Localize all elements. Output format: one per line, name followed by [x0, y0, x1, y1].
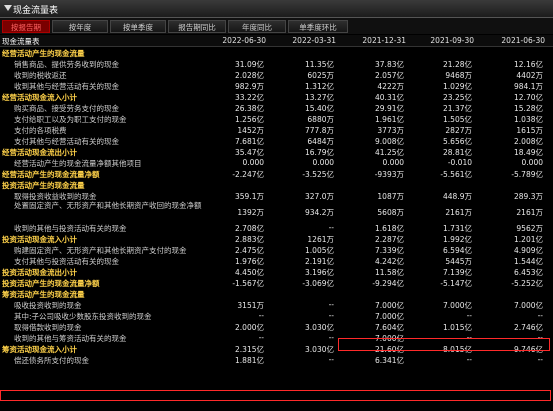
value-cell: -- — [466, 311, 472, 320]
header-period[interactable]: 2022-06-30 — [200, 36, 266, 45]
value-cell: 0.000 — [312, 158, 334, 167]
value-cell: -- — [328, 300, 334, 309]
table-row[interactable]: 支付给职工以及为职工支付的现金 1.256亿 6880万 1.961亿 1.505亿 1.… — [0, 113, 553, 124]
table-row[interactable]: 投资活动现金流入小计 2.883亿 1261万 2.287亿 1.992亿 1.201亿 — [0, 233, 553, 244]
table-row[interactable]: 吸收投资收到的现金 3151万 -- 7.000亿 7.000亿 7.000亿 — [0, 299, 553, 310]
tab-report-yoy[interactable]: 报告期同比 — [168, 20, 226, 33]
item-label: 偿还债务所支付的现金 — [14, 356, 89, 365]
table-row[interactable]: 支付的各项税费 1452万 777.8万 3773万 2827万 1615万 — [0, 124, 553, 135]
tab-quarter-qoq[interactable]: 单季度环比 — [288, 20, 348, 33]
table-row[interactable]: 取得投资收益收到的现金 359.1万 327.0万 1087万 448.9万 289.3万 — [0, 190, 553, 201]
table-row[interactable]: 处置固定资产、无形资产和其他长期资产收回的现金净额 1392万 934.2万 5608… — [0, 201, 553, 222]
table-row[interactable]: 销售商品、提供劳务收到的现金 31.09亿 11.35亿 37.83亿 21.28亿 12… — [0, 58, 553, 69]
table-row[interactable]: 其中:子公司吸收少数股东投资收到的现金 -- -- 7.000亿 -- -- — [0, 310, 553, 321]
table-row[interactable]: 经营活动产生的现金流量 — [0, 47, 553, 58]
value-cell: -- — [537, 355, 543, 364]
value-cell: -- — [466, 333, 472, 342]
table-row[interactable]: 收到的其他与筹资活动有关的现金 -- -- 7.000亿 -- -- — [0, 332, 553, 343]
value-cell: 1.881亿 — [235, 356, 264, 365]
table-row[interactable]: 投资活动现金流出小计 4.450亿 3.196亿 11.58亿 7.139亿 6.453亿 — [0, 266, 553, 277]
value-cell: 0.000 — [382, 158, 404, 167]
value-cell: -0.010 — [447, 158, 472, 167]
tab-by-year[interactable]: 按年度 — [52, 20, 108, 33]
tab-by-quarter[interactable]: 按单季度 — [110, 20, 166, 33]
header-title: 现金流量表 — [2, 37, 40, 46]
table-row[interactable]: 收到的其他与投资活动有关的现金 2.708亿 -- 1.618亿 1.731亿 9562万 — [0, 222, 553, 233]
table-row[interactable]: 支付其他与经营活动有关的现金 7.681亿 6484万 9.008亿 5.656亿 2.0… — [0, 135, 553, 146]
value-cell: 934.2万 — [305, 208, 334, 217]
value-cell: 2161万 — [445, 208, 472, 217]
header-period[interactable]: 2022-03-31 — [270, 36, 336, 45]
header-period[interactable]: 2021-06-30 — [479, 36, 545, 45]
value-cell: 0.000 — [521, 158, 543, 167]
table-row[interactable]: 收到其他与经营活动有关的现金 982.9万 1.312亿 4222万 1.029亿 984… — [0, 80, 553, 91]
table-row[interactable]: 支付其他与投资活动有关的现金 1.976亿 2.191亿 4.242亿 5445万 1.5… — [0, 255, 553, 266]
value-cell: -- — [258, 333, 264, 342]
value-cell: 2161万 — [516, 208, 543, 217]
table-row[interactable]: 收到的税收返还 2.028亿 6025万 2.057亿 9468万 4402万 — [0, 69, 553, 80]
value-cell: -- — [537, 333, 543, 342]
value-cell: -- — [258, 311, 264, 320]
value-cell: -- — [328, 355, 334, 364]
table-row[interactable]: 偿还债务所支付的现金 1.881亿 -- 6.341亿 -- -- — [0, 354, 553, 365]
value-cell: 6.341亿 — [375, 356, 404, 365]
table-row[interactable]: 经营活动产生的现金流量净额 -2.247亿 -3.525亿 -9393万 -5.561亿… — [0, 168, 553, 179]
header-period[interactable]: 2021-12-31 — [340, 36, 406, 45]
item-label: 处置固定资产、无形资产和其他长期资产收回的现金净额 — [14, 201, 202, 210]
value-cell: -- — [328, 223, 334, 232]
tab-by-report-period[interactable]: 按报告期 — [2, 20, 50, 33]
table-row[interactable]: 筹资活动现金流入小计 2.315亿 3.030亿 21.60亿 8.015亿 9.746亿 — [0, 343, 553, 354]
highlight-box-financing-inflow — [0, 390, 551, 401]
period-tabs: 按报告期 按年度 按单季度 报告期同比 年度同比 单季度环比 — [0, 18, 553, 34]
cashflow-table: 经营活动产生的现金流量 销售商品、提供劳务收到的现金 31.09亿 11.35亿 37.… — [0, 47, 553, 365]
value-cell: 1392万 — [237, 208, 264, 217]
header-period[interactable]: 2021-09-30 — [408, 36, 474, 45]
value-cell: 0.000 — [242, 158, 264, 167]
table-row[interactable]: 取得借款收到的现金 2.000亿 3.030亿 7.604亿 1.015亿 2.746亿 — [0, 321, 553, 332]
table-row[interactable]: 经营活动产生的现金流量净额其他项目 0.000 0.000 0.000 -0.010 0.… — [0, 157, 553, 168]
table-row[interactable]: 投资活动产生的现金流量净额 -1.567亿 -3.069亿 -9.294亿 -5.147… — [0, 277, 553, 288]
value-cell: -- — [328, 311, 334, 320]
value-cell: 5608万 — [377, 208, 404, 217]
table-row[interactable]: 经营活动现金流出小计 35.47亿 16.79亿 41.25亿 28.81亿 18.49亿 — [0, 146, 553, 157]
collapse-triangle-icon[interactable] — [4, 5, 12, 11]
window-titlebar: 现金流量表 — [0, 0, 553, 18]
table-row[interactable]: 购买商品、接受劳务支付的现金 26.38亿 15.40亿 29.91亿 21.37亿 15… — [0, 102, 553, 113]
value-cell: -- — [537, 311, 543, 320]
table-row[interactable]: 经营活动现金流入小计 33.22亿 13.27亿 40.31亿 23.25亿 12.70亿 — [0, 91, 553, 102]
window-title: 现金流量表 — [13, 6, 59, 16]
value-cell: -- — [466, 355, 472, 364]
table-row[interactable]: 筹资活动产生的现金流量 — [0, 288, 553, 299]
table-row[interactable]: 购建固定资产、无形资产和其他长期资产支付的现金 2.475亿 1.005亿 7.339… — [0, 244, 553, 255]
value-cell: -- — [328, 333, 334, 342]
table-header: 现金流量表 2022-06-30 2022-03-31 2021-12-31 2… — [0, 35, 553, 47]
tab-year-yoy[interactable]: 年度同比 — [228, 20, 286, 33]
table-row[interactable]: 投资活动产生的现金流量 — [0, 179, 553, 190]
